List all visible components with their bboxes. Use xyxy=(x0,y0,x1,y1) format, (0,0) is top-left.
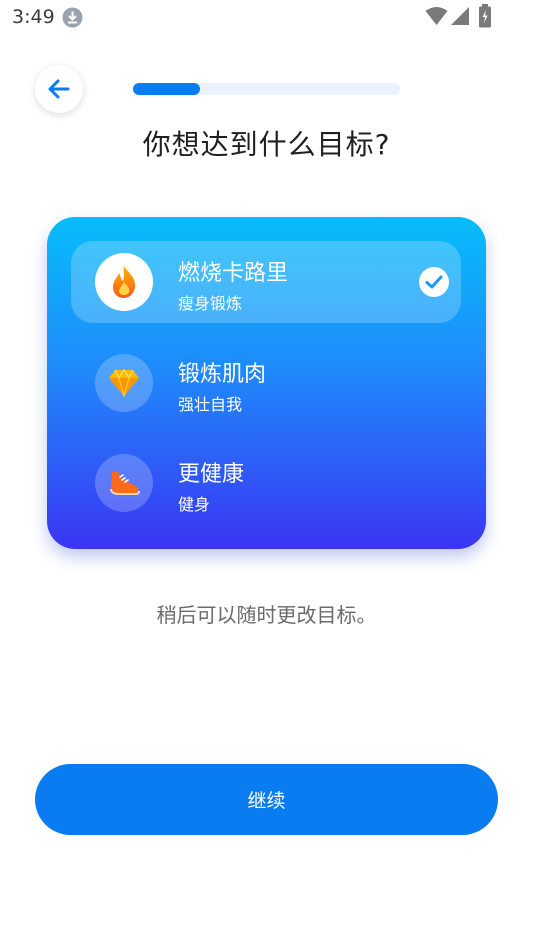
sneaker-icon xyxy=(110,472,140,495)
flame-icon xyxy=(113,266,136,298)
goal-icon-container xyxy=(95,354,153,412)
goal-card: 燃烧卡路里 瘦身锻炼 锻炼肌肉 强壮自我 更健康 健身 xyxy=(47,217,486,549)
diamond-icon xyxy=(109,369,139,397)
wifi-icon xyxy=(425,7,448,25)
goal-icon-container xyxy=(95,253,153,311)
goal-option-build-muscle[interactable]: 锻炼肌肉 强壮自我 xyxy=(71,342,461,424)
goal-subtitle: 强壮自我 xyxy=(178,395,243,414)
signal-icon xyxy=(451,7,469,25)
goal-option-healthier[interactable]: 更健康 健身 xyxy=(71,442,461,524)
hint-text: 稍后可以随时更改目标。 xyxy=(156,603,377,627)
goal-subtitle: 健身 xyxy=(178,495,211,514)
goal-title: 燃烧卡路里 xyxy=(178,261,289,286)
arrow-left-icon xyxy=(48,79,70,99)
checkmark-icon xyxy=(425,275,443,289)
goal-title: 锻炼肌肉 xyxy=(178,362,267,387)
check-icon xyxy=(419,267,449,297)
back-button[interactable] xyxy=(35,65,83,113)
progress-fill xyxy=(133,83,200,95)
battery-icon xyxy=(479,4,491,28)
download-icon xyxy=(62,7,83,28)
continue-button[interactable]: 继续 xyxy=(35,764,498,835)
status-time: 3:49 xyxy=(12,6,55,28)
status-bar: 3:49 xyxy=(0,0,533,36)
goal-title: 更健康 xyxy=(178,462,245,487)
screen: 3:49 你想达到什么目标? 燃烧卡路里 瘦身锻炼 锻炼肌肉 强壮自我 更健康 … xyxy=(0,0,533,948)
goal-subtitle: 瘦身锻炼 xyxy=(178,294,243,313)
goal-option-burn-calories[interactable]: 燃烧卡路里 瘦身锻炼 xyxy=(71,241,461,323)
page-title: 你想达到什么目标? xyxy=(142,128,391,161)
progress-bar xyxy=(133,83,400,95)
goal-icon-container xyxy=(95,454,153,512)
